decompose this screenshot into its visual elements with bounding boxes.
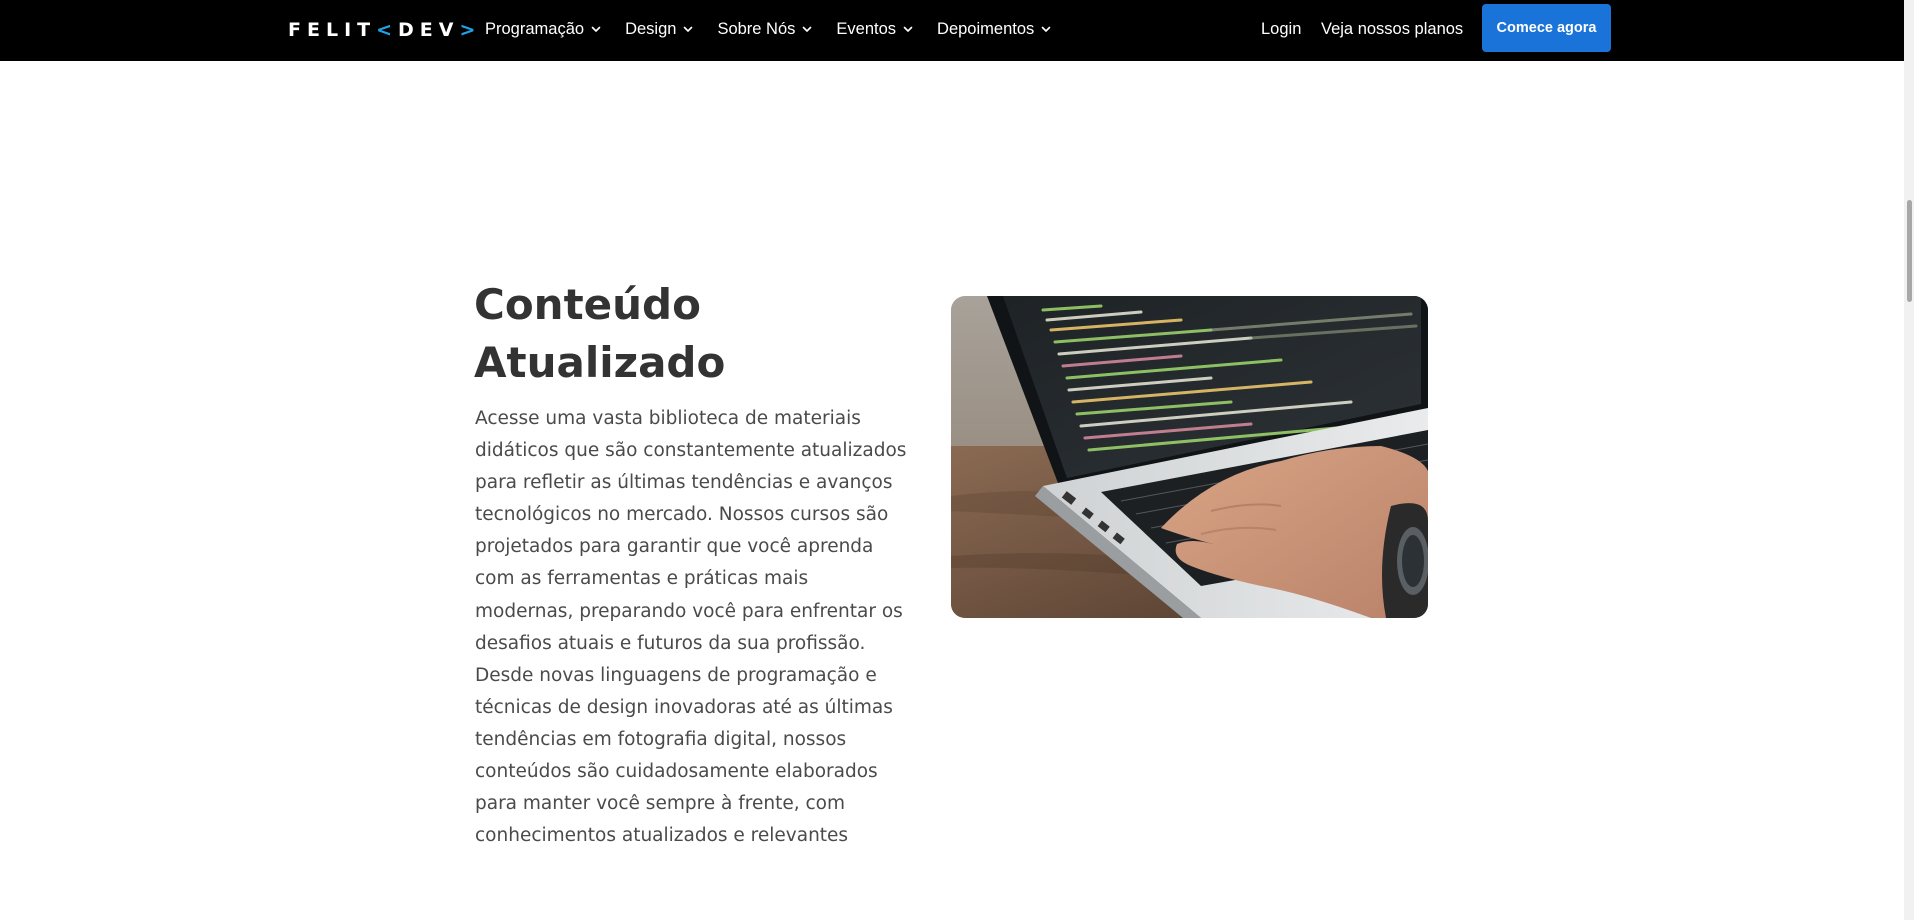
- nav-item-programacao[interactable]: Programação: [485, 20, 602, 39]
- chevron-down-icon: [1041, 26, 1051, 32]
- nav-item-label: Eventos: [836, 19, 897, 38]
- top-navigation-bar: FELIT < DEV > Programação Design Sobre Nós …: [0, 0, 1904, 61]
- scrollbar-thumb[interactable]: [1907, 200, 1912, 302]
- logo-bracket-close: >: [459, 19, 482, 41]
- nav-item-label: Design: [625, 19, 677, 38]
- chevron-down-icon: [803, 26, 812, 32]
- plans-link[interactable]: Veja nossos planos: [1321, 20, 1463, 39]
- page-scrollbar[interactable]: [1904, 0, 1914, 920]
- laptop-coding-photo: [951, 296, 1428, 618]
- chevron-down-icon: [591, 26, 601, 32]
- logo-bracket-open: <: [376, 19, 399, 41]
- login-link[interactable]: Login: [1261, 20, 1301, 39]
- nav-item-depoimentos[interactable]: Depoimentos: [937, 20, 1052, 39]
- logo-text-felit: FELIT: [288, 19, 377, 41]
- nav-item-label: Depoimentos: [937, 19, 1035, 38]
- login-link-wrapper: Login: [1261, 0, 1301, 58]
- plans-link-wrapper: Veja nossos planos: [1321, 0, 1463, 58]
- feature-title: Conteúdo Atualizado: [474, 280, 726, 387]
- logo-text-dev: DEV: [398, 19, 460, 41]
- chevron-down-icon: [684, 26, 693, 32]
- chevron-down-icon: [903, 26, 913, 32]
- nav-item-label: Programação: [485, 19, 585, 38]
- nav-item-eventos[interactable]: Eventos: [836, 20, 914, 39]
- nav-item-sobre-nos[interactable]: Sobre Nós: [717, 20, 813, 39]
- main-nav: Programação Design Sobre Nós Eventos Dep…: [485, 0, 1075, 58]
- felit-dev-logo[interactable]: FELIT < DEV >: [288, 17, 481, 43]
- nav-item-label: Sobre Nós: [717, 19, 796, 38]
- feature-description: Acesse uma vasta biblioteca de materiais…: [475, 408, 907, 847]
- nav-item-design[interactable]: Design: [625, 20, 694, 39]
- start-now-button[interactable]: Comece agora: [1482, 4, 1611, 52]
